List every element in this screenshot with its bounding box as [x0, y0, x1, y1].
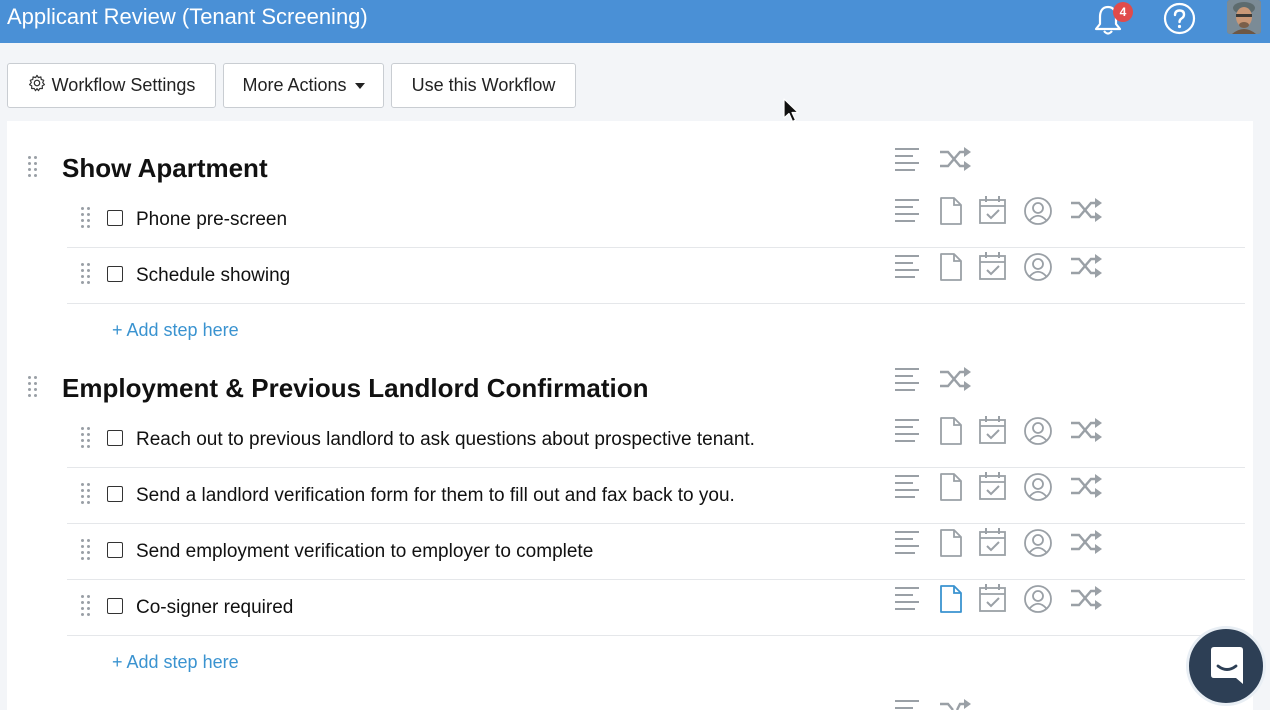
calendar-check-icon[interactable]	[978, 471, 1007, 501]
description-icon[interactable]	[893, 197, 921, 223]
shuffle-icon[interactable]	[1069, 197, 1103, 223]
description-icon[interactable]	[893, 366, 921, 392]
drag-handle-icon[interactable]	[81, 539, 91, 561]
step-checkbox[interactable]	[107, 542, 123, 558]
user-circle-icon[interactable]	[1023, 416, 1053, 446]
notification-badge: 4	[1113, 2, 1133, 22]
drag-handle-icon[interactable]	[81, 595, 91, 617]
calendar-check-icon[interactable]	[978, 415, 1007, 445]
description-icon[interactable]	[893, 698, 921, 710]
chat-icon	[1207, 646, 1247, 691]
step-label[interactable]: Phone pre-screen	[136, 209, 287, 231]
document-icon[interactable]	[939, 416, 963, 446]
workflow-settings-button[interactable]: Workflow Settings	[7, 63, 216, 108]
step-checkbox[interactable]	[107, 430, 123, 446]
drag-handle-icon[interactable]	[81, 427, 91, 449]
divider	[67, 467, 1245, 468]
top-bar: Applicant Review (Tenant Screening) 4	[0, 0, 1270, 43]
document-icon-active[interactable]	[939, 584, 963, 614]
drag-handle-icon[interactable]	[28, 376, 38, 398]
section-title[interactable]: Employment & Previous Landlord Confirmat…	[62, 373, 649, 404]
description-icon[interactable]	[893, 529, 921, 555]
step-label[interactable]: Send employment verification to employer…	[136, 541, 593, 563]
shuffle-icon[interactable]	[1069, 529, 1103, 555]
help-icon[interactable]	[1163, 2, 1196, 35]
description-icon[interactable]	[893, 146, 921, 172]
user-circle-icon[interactable]	[1023, 528, 1053, 558]
shuffle-icon[interactable]	[1069, 417, 1103, 443]
description-icon[interactable]	[893, 585, 921, 611]
step-label[interactable]: Reach out to previous landlord to ask qu…	[136, 429, 755, 451]
description-icon[interactable]	[893, 417, 921, 443]
document-icon[interactable]	[939, 196, 963, 226]
step-checkbox[interactable]	[107, 210, 123, 226]
shuffle-icon[interactable]	[938, 366, 972, 392]
divider	[67, 579, 1245, 580]
drag-handle-icon[interactable]	[28, 156, 38, 178]
step-checkbox[interactable]	[107, 266, 123, 282]
workflow-settings-label: Workflow Settings	[51, 75, 196, 95]
add-step-link[interactable]: + Add step here	[112, 652, 239, 673]
use-workflow-label: Use this Workflow	[411, 75, 556, 95]
shuffle-icon[interactable]	[1069, 253, 1103, 279]
user-circle-icon[interactable]	[1023, 584, 1053, 614]
use-workflow-button[interactable]: Use this Workflow	[391, 63, 576, 108]
divider	[67, 523, 1245, 524]
gear-icon	[28, 74, 46, 97]
chat-launcher-button[interactable]	[1186, 626, 1266, 706]
document-icon[interactable]	[939, 472, 963, 502]
drag-handle-icon[interactable]	[81, 207, 91, 229]
calendar-check-icon[interactable]	[978, 195, 1007, 225]
more-actions-label: More Actions	[242, 75, 347, 95]
mouse-cursor-icon	[783, 98, 799, 129]
description-icon[interactable]	[893, 473, 921, 499]
step-checkbox[interactable]	[107, 486, 123, 502]
drag-handle-icon[interactable]	[81, 483, 91, 505]
calendar-check-icon[interactable]	[978, 251, 1007, 281]
divider	[67, 303, 1245, 304]
shuffle-icon[interactable]	[938, 698, 972, 710]
calendar-check-icon[interactable]	[978, 583, 1007, 613]
divider	[67, 247, 1245, 248]
more-actions-button[interactable]: More Actions	[223, 63, 384, 108]
user-circle-icon[interactable]	[1023, 472, 1053, 502]
calendar-check-icon[interactable]	[978, 527, 1007, 557]
add-step-link[interactable]: + Add step here	[112, 320, 239, 341]
section-title[interactable]: Show Apartment	[62, 153, 268, 184]
shuffle-icon[interactable]	[1069, 585, 1103, 611]
page-title: Applicant Review (Tenant Screening)	[7, 4, 368, 29]
description-icon[interactable]	[893, 253, 921, 279]
drag-handle-icon[interactable]	[81, 263, 91, 285]
avatar[interactable]	[1227, 0, 1261, 34]
divider	[67, 635, 1245, 636]
shuffle-icon[interactable]	[1069, 473, 1103, 499]
step-label[interactable]: Send a landlord verification form for th…	[136, 485, 735, 507]
caret-down-icon	[354, 82, 365, 89]
document-icon[interactable]	[939, 252, 963, 282]
shuffle-icon[interactable]	[938, 146, 972, 172]
step-checkbox[interactable]	[107, 598, 123, 614]
step-label[interactable]: Co-signer required	[136, 597, 293, 619]
step-label[interactable]: Schedule showing	[136, 265, 290, 287]
document-icon[interactable]	[939, 528, 963, 558]
user-circle-icon[interactable]	[1023, 196, 1053, 226]
user-circle-icon[interactable]	[1023, 252, 1053, 282]
